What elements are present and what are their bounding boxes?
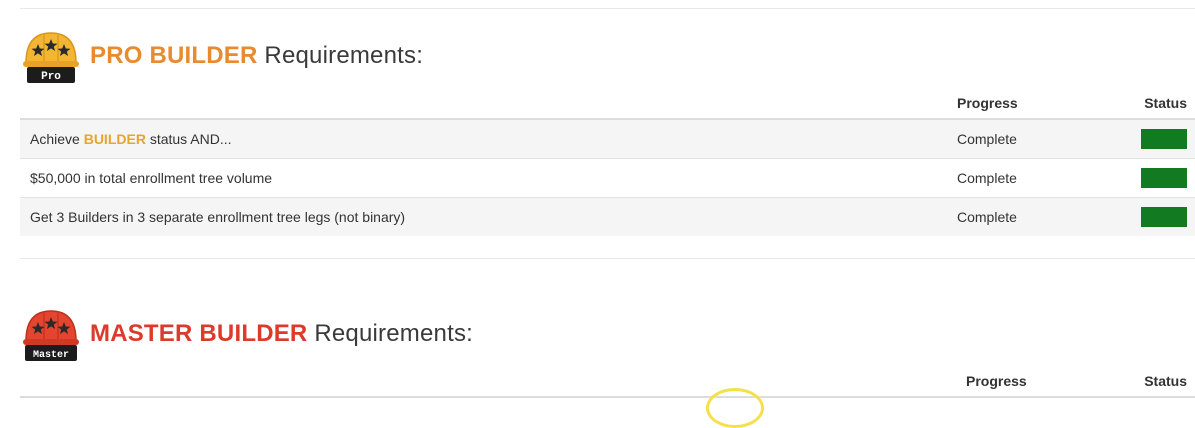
pro-builder-section: Pro PRO BUILDER Requirements: Progress S… — [20, 24, 1195, 259]
pro-requirements-table: Progress Status Achieve BUILDER status A… — [20, 88, 1195, 236]
status-column-header: Status — [1144, 95, 1187, 111]
requirement-description: Get 3 Builders in 3 separate enrollment … — [20, 197, 957, 236]
pro-rank-name: PRO BUILDER — [90, 42, 258, 69]
progress-column-header: Progress — [966, 373, 1027, 389]
requirement-description: Achieve BUILDER status AND... — [20, 118, 957, 159]
requirement-status — [1097, 158, 1195, 198]
master-badge-label: Master — [33, 350, 69, 361]
requirement-description: $50,000 in total enrollment tree volume — [20, 158, 957, 198]
pro-badge-label: Pro — [41, 71, 61, 83]
pro-hardhat-icon: Pro — [23, 32, 79, 83]
pro-builder-heading: Pro PRO BUILDER Requirements: — [20, 24, 1195, 88]
requirement-progress: Complete — [957, 158, 1097, 198]
status-complete-indicator — [1141, 207, 1187, 227]
requirement-progress: Complete — [957, 197, 1097, 236]
master-requirements-table: Progress Status — [20, 366, 1195, 398]
description-column-header — [20, 366, 966, 397]
top-divider — [20, 8, 1195, 9]
builder-highlight: BUILDER — [83, 131, 146, 147]
table-row: $50,000 in total enrollment tree volume … — [20, 158, 1195, 198]
progress-column-header: Progress — [957, 95, 1018, 111]
pro-builder-title: PRO BUILDER Requirements: — [90, 42, 423, 70]
cursor-highlight-ring — [706, 388, 764, 428]
master-builder-title: MASTER BUILDER Requirements: — [90, 320, 473, 348]
requirement-progress: Complete — [957, 118, 1097, 159]
section-divider — [20, 236, 1195, 259]
requirement-status — [1097, 118, 1195, 159]
status-column-header: Status — [1144, 373, 1187, 389]
master-builder-section: Master MASTER BUILDER Requirements: Prog… — [20, 302, 1195, 398]
table-row: Get 3 Builders in 3 separate enrollment … — [20, 197, 1195, 236]
master-table-header: Progress Status — [20, 366, 1195, 397]
description-column-header — [20, 88, 957, 119]
requirement-status — [1097, 197, 1195, 236]
master-hardhat-icon: Master — [23, 310, 79, 361]
status-complete-indicator — [1141, 168, 1187, 188]
pro-table-header: Progress Status — [20, 88, 1195, 119]
master-builder-heading: Master MASTER BUILDER Requirements: — [20, 302, 1195, 366]
pro-title-suffix: Requirements: — [264, 42, 424, 69]
master-rank-name: MASTER BUILDER — [90, 320, 308, 347]
status-complete-indicator — [1141, 129, 1187, 149]
master-title-suffix: Requirements: — [314, 320, 474, 347]
table-row: Achieve BUILDER status AND... Complete — [20, 118, 1195, 159]
